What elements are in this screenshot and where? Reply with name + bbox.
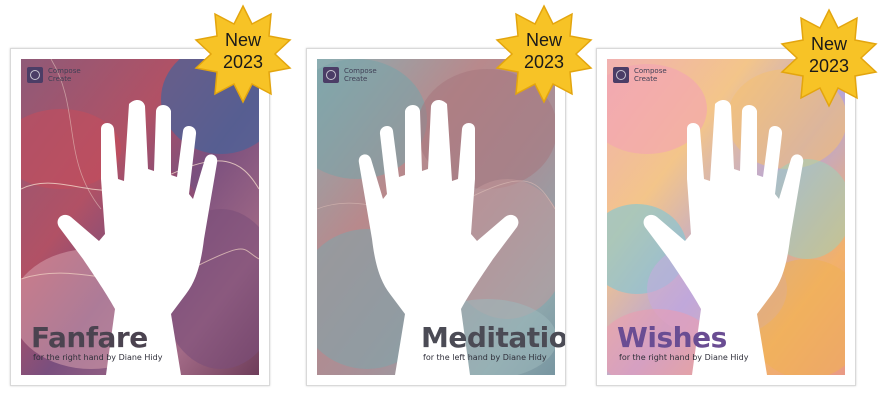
- new-2023-badge: New 2023: [779, 8, 879, 108]
- book-title: Fanfare: [31, 321, 148, 354]
- brand-line-2: Create: [634, 75, 658, 83]
- brand-line-1: Compose: [344, 67, 377, 75]
- badge-line-1: New: [810, 34, 847, 54]
- brand-line-1: Compose: [634, 67, 667, 75]
- badge-line-2: 2023: [222, 52, 264, 72]
- book-subtitle: for the left hand by Diane Hidy: [423, 353, 547, 362]
- badge-line-2: 2023: [523, 52, 565, 72]
- badge-line-1: New: [224, 30, 261, 50]
- compose-create-logo-icon: [613, 67, 629, 83]
- compose-create-logo-icon: [27, 67, 43, 83]
- brand-line-1: Compose: [48, 67, 81, 75]
- book-title: Meditation: [421, 321, 566, 354]
- brand-line-2: Create: [344, 75, 368, 83]
- badge-line-2: 2023: [808, 56, 850, 76]
- book-subtitle: for the right hand by Diane Hidy: [33, 353, 163, 362]
- brand-line-2: Create: [48, 75, 72, 83]
- publisher-logo: Compose Create: [613, 67, 667, 83]
- new-2023-badge: New 2023: [494, 4, 594, 104]
- new-2023-badge: New 2023: [193, 4, 293, 104]
- compose-create-logo-icon: [323, 67, 339, 83]
- publisher-logo: Compose Create: [323, 67, 377, 83]
- publisher-logo: Compose Create: [27, 67, 81, 83]
- book-title: Wishes: [617, 321, 727, 354]
- badge-line-1: New: [525, 30, 562, 50]
- book-subtitle: for the right hand by Diane Hidy: [619, 353, 749, 362]
